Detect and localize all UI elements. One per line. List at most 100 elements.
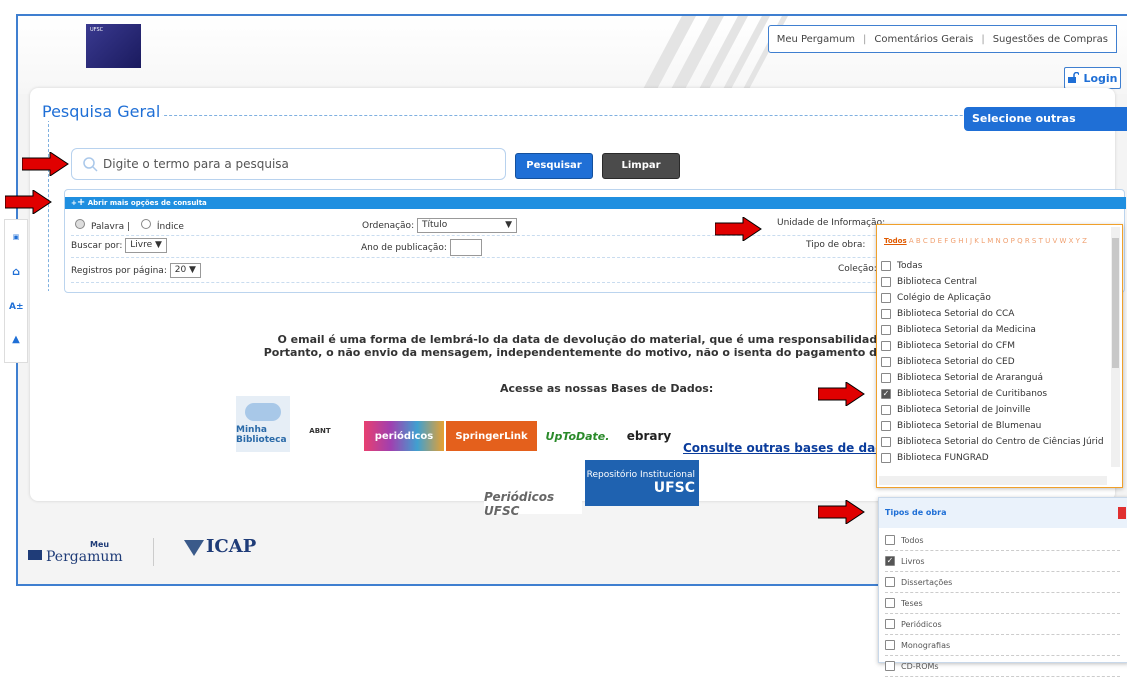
tipo-obra-label: Dissertações: [901, 577, 953, 587]
radio-indice[interactable]: [140, 219, 151, 229]
ufsc-logo[interactable]: UFSC: [86, 24, 141, 68]
nav-meu-pergamum[interactable]: Meu Pergamum: [777, 34, 855, 45]
tipo-obra-option[interactable]: Periódicos: [885, 614, 1120, 635]
databases-title: Acesse as nossas Bases de Dados:: [500, 382, 714, 395]
ordenacao-row: Ordenação: Título ▼: [362, 218, 517, 233]
other-searches-button[interactable]: Selecione outras pesquisas ▾: [964, 107, 1127, 149]
nav-comentarios-gerais[interactable]: Comentários Gerais: [874, 34, 973, 45]
tipo-obra-option[interactable]: Dissertações: [885, 572, 1120, 593]
meu-pergamum-icon[interactable]: ▣: [9, 230, 23, 244]
unidade-option[interactable]: ✓ Biblioteca Setorial de Curitibanos: [881, 386, 1104, 402]
unidade-option[interactable]: Biblioteca Setorial do CCA: [881, 306, 1104, 322]
checkbox[interactable]: [881, 309, 891, 319]
checkbox[interactable]: [881, 293, 891, 303]
checkbox[interactable]: [885, 598, 895, 608]
notice-line-2: Portanto, o não envio da mensagem, indep…: [263, 346, 929, 359]
checkbox-checked[interactable]: ✓: [881, 389, 891, 399]
search-mode-group: Palavra | Índice: [75, 219, 184, 232]
unidade-option-label: Biblioteca Setorial do Centro de Ciência…: [897, 437, 1104, 447]
login-button[interactable]: Login: [1064, 67, 1121, 89]
scrollbar-thumb[interactable]: [1112, 238, 1119, 368]
search-button[interactable]: Pesquisar: [515, 153, 593, 179]
clear-button[interactable]: Limpar: [602, 153, 680, 179]
checkbox[interactable]: [885, 577, 895, 587]
close-icon[interactable]: [1118, 507, 1126, 519]
checkbox[interactable]: [881, 261, 891, 271]
font-size-icon[interactable]: A±: [9, 300, 24, 314]
buscar-por-row: Buscar por: Livre ▼: [71, 238, 167, 253]
tipo-obra-label: Tipo de obra:: [806, 240, 866, 250]
horizontal-scrollbar[interactable]: [879, 476, 1107, 485]
tipo-obra-label: Livros: [901, 556, 925, 566]
search-icon: [83, 157, 98, 172]
ordenacao-select[interactable]: Título ▼: [416, 218, 517, 233]
buscar-por-select[interactable]: Livre ▼: [125, 238, 167, 253]
ano-input[interactable]: [449, 239, 482, 256]
checkbox[interactable]: [881, 421, 891, 431]
unidade-option-label: Biblioteca Setorial da Medicina: [897, 325, 1036, 335]
more-options-toggle[interactable]: ++ Abrir mais opções de consulta: [65, 197, 1126, 209]
side-toolbar: ▣ ⌂ A± ▲: [4, 219, 28, 363]
nav-sugestoes-compras[interactable]: Sugestões de Compras: [993, 34, 1108, 45]
abnt-logo[interactable]: ABNT: [297, 416, 343, 446]
repositorio-logo[interactable]: Repositório Institucional UFSC: [585, 460, 699, 506]
checkbox[interactable]: [881, 405, 891, 415]
search-input[interactable]: Digite o termo para a pesquisa: [71, 148, 506, 180]
unidade-option[interactable]: Biblioteca FUNGRAD: [881, 450, 1104, 466]
red-arrow-unidade: [715, 217, 762, 241]
tipo-obra-option[interactable]: ✓ Livros: [885, 551, 1120, 572]
unidade-option[interactable]: Biblioteca Setorial da Medicina: [881, 322, 1104, 338]
minha-biblioteca-logo[interactable]: Minha Biblioteca: [236, 396, 290, 452]
ebrary-logo[interactable]: ebrary: [618, 421, 680, 451]
tipo-obra-option[interactable]: CD-ROMs: [885, 656, 1120, 677]
tipo-obra-option[interactable]: Teses: [885, 593, 1120, 614]
checkbox[interactable]: [881, 325, 891, 335]
unidade-option[interactable]: Biblioteca Setorial do CFM: [881, 338, 1104, 354]
unidade-option[interactable]: Biblioteca Setorial de Joinville: [881, 402, 1104, 418]
notice-line-1: O email é uma forma de lembrá-lo da data…: [277, 333, 915, 346]
home-icon[interactable]: ⌂: [9, 265, 23, 279]
tipo-obra-label: Monografias: [901, 640, 951, 650]
site-header: UFSC Meu Pergamum | Comentários Gerais |…: [18, 16, 1127, 94]
scroll-up-icon[interactable]: ▲: [9, 333, 23, 347]
top-nav: Meu Pergamum | Comentários Gerais | Suge…: [767, 25, 1117, 53]
periodicos-logo[interactable]: periódicos: [364, 421, 444, 451]
red-arrow-curitibanos: [818, 382, 865, 406]
periodicos-ufsc-logo[interactable]: Periódicos UFSC: [484, 490, 582, 518]
search-placeholder: Digite o termo para a pesquisa: [103, 157, 289, 171]
checkbox[interactable]: [881, 373, 891, 383]
unidade-option[interactable]: Biblioteca Setorial de Araranguá: [881, 370, 1104, 386]
page-title: Pesquisa Geral: [40, 102, 163, 121]
unidade-option[interactable]: Biblioteca Setorial de Blumenau: [881, 418, 1104, 434]
unidade-option[interactable]: Todas: [881, 258, 1104, 274]
red-arrow-options: [5, 190, 52, 214]
springerlink-logo[interactable]: SpringerLink: [446, 421, 537, 451]
unidade-option[interactable]: Biblioteca Setorial do CED: [881, 354, 1104, 370]
checkbox[interactable]: [885, 661, 895, 671]
checkbox[interactable]: [881, 437, 891, 447]
checkbox[interactable]: [885, 640, 895, 650]
unidade-option-label: Biblioteca FUNGRAD: [897, 453, 989, 463]
pergamum-icon: [28, 550, 42, 560]
unidade-option[interactable]: Biblioteca Central: [881, 274, 1104, 290]
tipo-obra-option[interactable]: Todos: [885, 530, 1120, 551]
unidade-option-label: Biblioteca Setorial de Curitibanos: [897, 389, 1048, 399]
checkbox[interactable]: [885, 535, 895, 545]
registros-select[interactable]: 20 ▼: [169, 263, 201, 278]
icap-footer-logo[interactable]: ICAP: [184, 534, 264, 566]
checkbox[interactable]: [885, 619, 895, 629]
checkbox-checked[interactable]: ✓: [885, 556, 895, 566]
unidade-option-label: Biblioteca Setorial do CCA: [897, 309, 1015, 319]
unidade-option[interactable]: Colégio de Aplicação: [881, 290, 1104, 306]
radio-palavra[interactable]: [75, 219, 85, 229]
alphabet-filter[interactable]: Todos A B C D E F G H I J K L M N O P Q …: [884, 237, 1087, 245]
checkbox[interactable]: [881, 341, 891, 351]
registros-row: Registros por página: 20 ▼: [71, 263, 201, 278]
tipo-obra-option[interactable]: Monografias: [885, 635, 1120, 656]
unidade-option[interactable]: Biblioteca Setorial do Centro de Ciência…: [881, 434, 1104, 450]
checkbox[interactable]: [881, 453, 891, 463]
pergamum-footer-logo[interactable]: Meu Pergamum: [28, 540, 138, 566]
checkbox[interactable]: [881, 357, 891, 367]
checkbox[interactable]: [881, 277, 891, 287]
uptodate-logo[interactable]: UpToDate.: [539, 421, 616, 451]
